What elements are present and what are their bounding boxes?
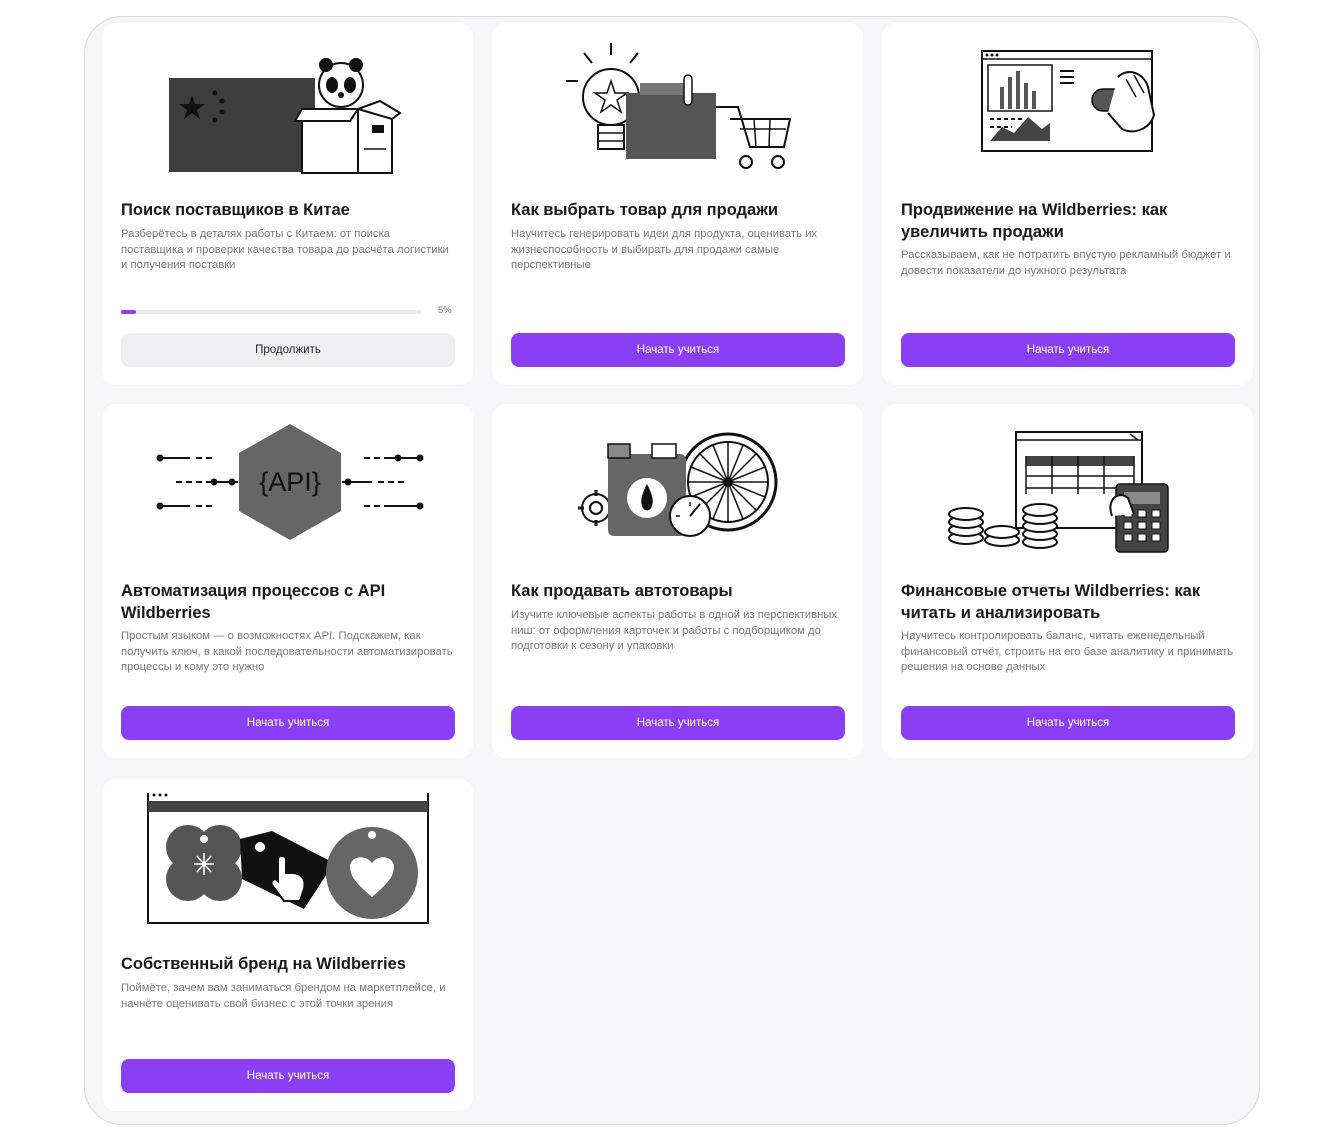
course-catalog: Поиск поставщиков в Китае Разберётесь в …	[84, 16, 1260, 1125]
course-card-choose-product[interactable]: Как выбрать товар для продажи Научитесь …	[492, 23, 863, 385]
progress-bar	[121, 310, 421, 314]
course-card-promotion[interactable]: Продвижение на Wildberries: как увеличит…	[882, 23, 1253, 385]
api-label: {API}	[259, 467, 321, 497]
course-description: Поймёте, зачем вам заниматься брендом на…	[121, 982, 446, 1010]
china-flag-panda-box-icon	[169, 58, 402, 174]
lightbulb-folder-cart-icon	[566, 43, 792, 169]
course-description: Изучите ключевые аспекты работы в одной …	[511, 609, 838, 653]
start-learning-button[interactable]: Начать учиться	[901, 706, 1235, 740]
course-card-china-suppliers[interactable]: Поиск поставщиков в Китае Разберётесь в …	[102, 23, 473, 385]
course-title: Финансовые отчеты Wildberries: как читат…	[901, 582, 1201, 622]
course-title: Как выбрать товар для продажи	[511, 201, 779, 219]
canister-wheel-gear-icon	[578, 432, 778, 537]
start-learning-button[interactable]: Начать учиться	[121, 1059, 455, 1093]
course-title: Собственный бренд на Wildberries	[121, 955, 406, 973]
course-description: Научитесь генерировать идеи для продукта…	[511, 228, 818, 272]
start-learning-button[interactable]: Начать учиться	[121, 706, 455, 740]
course-title: Автоматизация процессов с API Wildberrie…	[121, 582, 386, 622]
continue-button[interactable]: Продолжить	[121, 333, 455, 367]
course-description: Рассказываем, как не потратить впустую р…	[901, 249, 1231, 277]
start-learning-button[interactable]: Начать учиться	[901, 333, 1235, 367]
course-title: Продвижение на Wildberries: как увеличит…	[901, 201, 1168, 241]
start-learning-button[interactable]: Начать учиться	[511, 706, 845, 740]
progress-percent: 5%	[438, 305, 452, 316]
course-description: Разберётесь в деталях работы с Китаем: о…	[121, 228, 449, 272]
course-card-api-automation[interactable]: {API} Автоматизация процессов с API Wild…	[102, 404, 473, 758]
progress-fill	[121, 310, 136, 314]
brand-tags-heart-icon	[147, 793, 429, 924]
spreadsheet-coins-calculator-icon	[948, 431, 1169, 553]
dashboard-toggle-hand-icon	[981, 50, 1156, 152]
course-card-financial-reports[interactable]: Финансовые отчеты Wildberries: как читат…	[882, 404, 1253, 758]
course-card-auto-goods[interactable]: Как продавать автотовары Изучите ключевы…	[492, 404, 863, 758]
course-title: Как продавать автотовары	[511, 582, 733, 600]
course-card-own-brand[interactable]: Собственный бренд на Wildberries Поймёте…	[102, 779, 473, 1111]
api-hexagon-icon: {API}	[156, 424, 424, 540]
course-title: Поиск поставщиков в Китае	[121, 201, 350, 219]
course-description: Научитесь контролировать баланс, читать …	[901, 630, 1234, 674]
course-description: Простым языком — о возможностях API. Под…	[121, 630, 453, 674]
start-learning-button[interactable]: Начать учиться	[511, 333, 845, 367]
